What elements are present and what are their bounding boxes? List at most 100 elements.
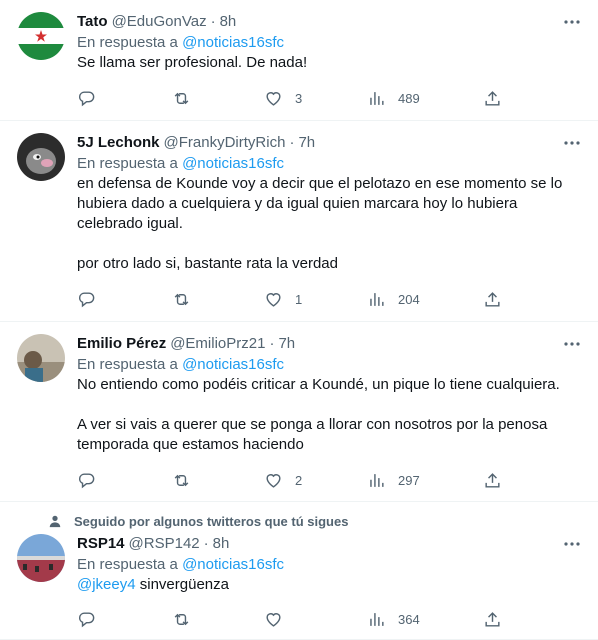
reply-mention-link[interactable]: @noticias16sfc [182,155,284,172]
heart-icon [266,612,281,627]
like-button[interactable]: 1 [264,289,302,309]
avatar[interactable] [17,12,65,60]
share-icon [485,90,500,106]
like-button[interactable]: 2 [264,470,302,490]
tweet[interactable]: Emilio Pérez @EmilioPrz21 · 7h En respue… [0,322,598,502]
more-options-icon[interactable] [562,133,582,153]
like-count: 3 [295,90,303,106]
share-button[interactable] [483,88,502,108]
like-button[interactable] [264,609,283,629]
avatar[interactable] [17,534,65,582]
like-count: 1 [295,291,303,307]
tweet[interactable]: Seguido por algunos twitteros que tú sig… [0,502,598,640]
share-button[interactable] [483,470,502,490]
user-handle[interactable]: @EmilioPrz21 [170,335,265,352]
tweet-header: Tato @EduGonVaz · 8h [77,11,582,31]
tweet-text: @jkeey4 sinvergüenza [77,575,582,595]
reply-context: En respuesta a @noticias16sfc [77,154,582,174]
avatar[interactable] [17,133,65,181]
retweet-button[interactable] [172,289,191,309]
tweet[interactable]: Tato @EduGonVaz · 8h En respuesta a @not… [0,0,598,121]
reply-button[interactable] [77,289,96,309]
reply-button[interactable] [77,88,96,108]
separator-dot: · [289,133,295,151]
action-bar: 364 [77,609,582,629]
tweet-text-line: No entiendo como podéis criticar a Kound… [77,376,560,393]
social-context[interactable]: Seguido por algunos twitteros que tú sig… [48,513,348,529]
separator-dot: · [203,534,209,552]
user-handle[interactable]: @RSP142 [129,535,200,552]
reply-mention-link[interactable]: @noticias16sfc [182,34,284,51]
separator-dot: · [269,334,275,352]
reply-mention-link[interactable]: @noticias16sfc [182,556,284,573]
tweet[interactable]: 5J Lechonk @FrankyDirtyRich · 7h En resp… [0,121,598,322]
display-name[interactable]: Emilio Pérez [77,335,166,352]
retweet-button[interactable] [172,609,191,629]
reply-prefix: En respuesta a [77,34,178,51]
tweet-header: 5J Lechonk @FrankyDirtyRich · 7h [77,132,582,152]
share-button[interactable] [483,289,502,309]
views-icon [370,292,384,306]
views-icon [370,91,384,105]
view-count: 204 [398,291,420,307]
social-context-text: Seguido por algunos twitteros que tú sig… [74,513,349,529]
timestamp[interactable]: 8h [220,13,237,30]
tweet-text-line: temporada que estamos haciendo [77,436,304,453]
reply-prefix: En respuesta a [77,155,178,172]
timestamp[interactable]: 7h [298,134,315,151]
view-count: 297 [398,472,420,488]
avatar[interactable] [17,334,65,382]
reply-button[interactable] [77,470,96,490]
reply-context: En respuesta a @noticias16sfc [77,555,582,575]
action-bar: 3 489 [77,88,582,108]
retweet-button[interactable] [172,88,191,108]
reply-context: En respuesta a @noticias16sfc [77,33,582,53]
reply-icon [78,291,95,307]
reply-prefix: En respuesta a [77,356,178,373]
timestamp[interactable]: 7h [278,335,295,352]
reply-context: En respuesta a @noticias16sfc [77,355,582,375]
tweet-text-line [77,395,582,415]
more-options-icon[interactable] [562,12,582,32]
tweet-text-line: por otro lado si, bastante rata la verda… [77,255,338,272]
retweet-icon [174,92,189,104]
display-name[interactable]: Tato [77,13,108,30]
tweet-text-line: Se llama ser profesional. De nada! [77,54,308,71]
views-button[interactable]: 297 [367,470,420,490]
retweet-icon [174,293,189,305]
text-mention-link[interactable]: @jkeey4 [77,576,136,593]
user-handle[interactable]: @EduGonVaz [112,13,207,30]
heart-icon [266,473,281,488]
display-name[interactable]: 5J Lechonk [77,134,160,151]
tweet-text-line: en defensa de Kounde voy a decir que el … [77,175,563,192]
views-button[interactable]: 204 [367,289,420,309]
user-handle[interactable]: @FrankyDirtyRich [164,134,286,151]
retweet-button[interactable] [172,470,191,490]
more-options-icon[interactable] [562,534,582,554]
timestamp[interactable]: 8h [213,535,230,552]
views-icon [370,612,384,626]
tweet-text-rest: sinvergüenza [135,576,229,593]
share-icon [485,291,500,307]
share-button[interactable] [483,609,502,629]
reply-prefix: En respuesta a [77,556,178,573]
action-bar: 1 204 [77,289,582,309]
more-options-icon[interactable] [562,334,582,354]
reply-icon [78,472,95,488]
tweet-header: Emilio Pérez @EmilioPrz21 · 7h [77,333,582,353]
tweet-text-line: celebrado igual. [77,215,183,232]
tweet-text: No entiendo como podéis criticar a Kound… [77,375,582,455]
display-name[interactable]: RSP14 [77,535,125,552]
share-icon [485,611,500,627]
tweet-text: en defensa de Kounde voy a decir que el … [77,174,582,274]
reply-mention-link[interactable]: @noticias16sfc [182,356,284,373]
views-button[interactable]: 489 [367,88,420,108]
like-button[interactable]: 3 [264,88,302,108]
person-icon [49,515,61,528]
like-count: 2 [295,472,303,488]
separator-dot: · [210,12,216,30]
reply-button[interactable] [77,609,96,629]
action-bar: 2 297 [77,470,582,490]
view-count: 364 [398,611,420,627]
views-button[interactable]: 364 [367,609,420,629]
